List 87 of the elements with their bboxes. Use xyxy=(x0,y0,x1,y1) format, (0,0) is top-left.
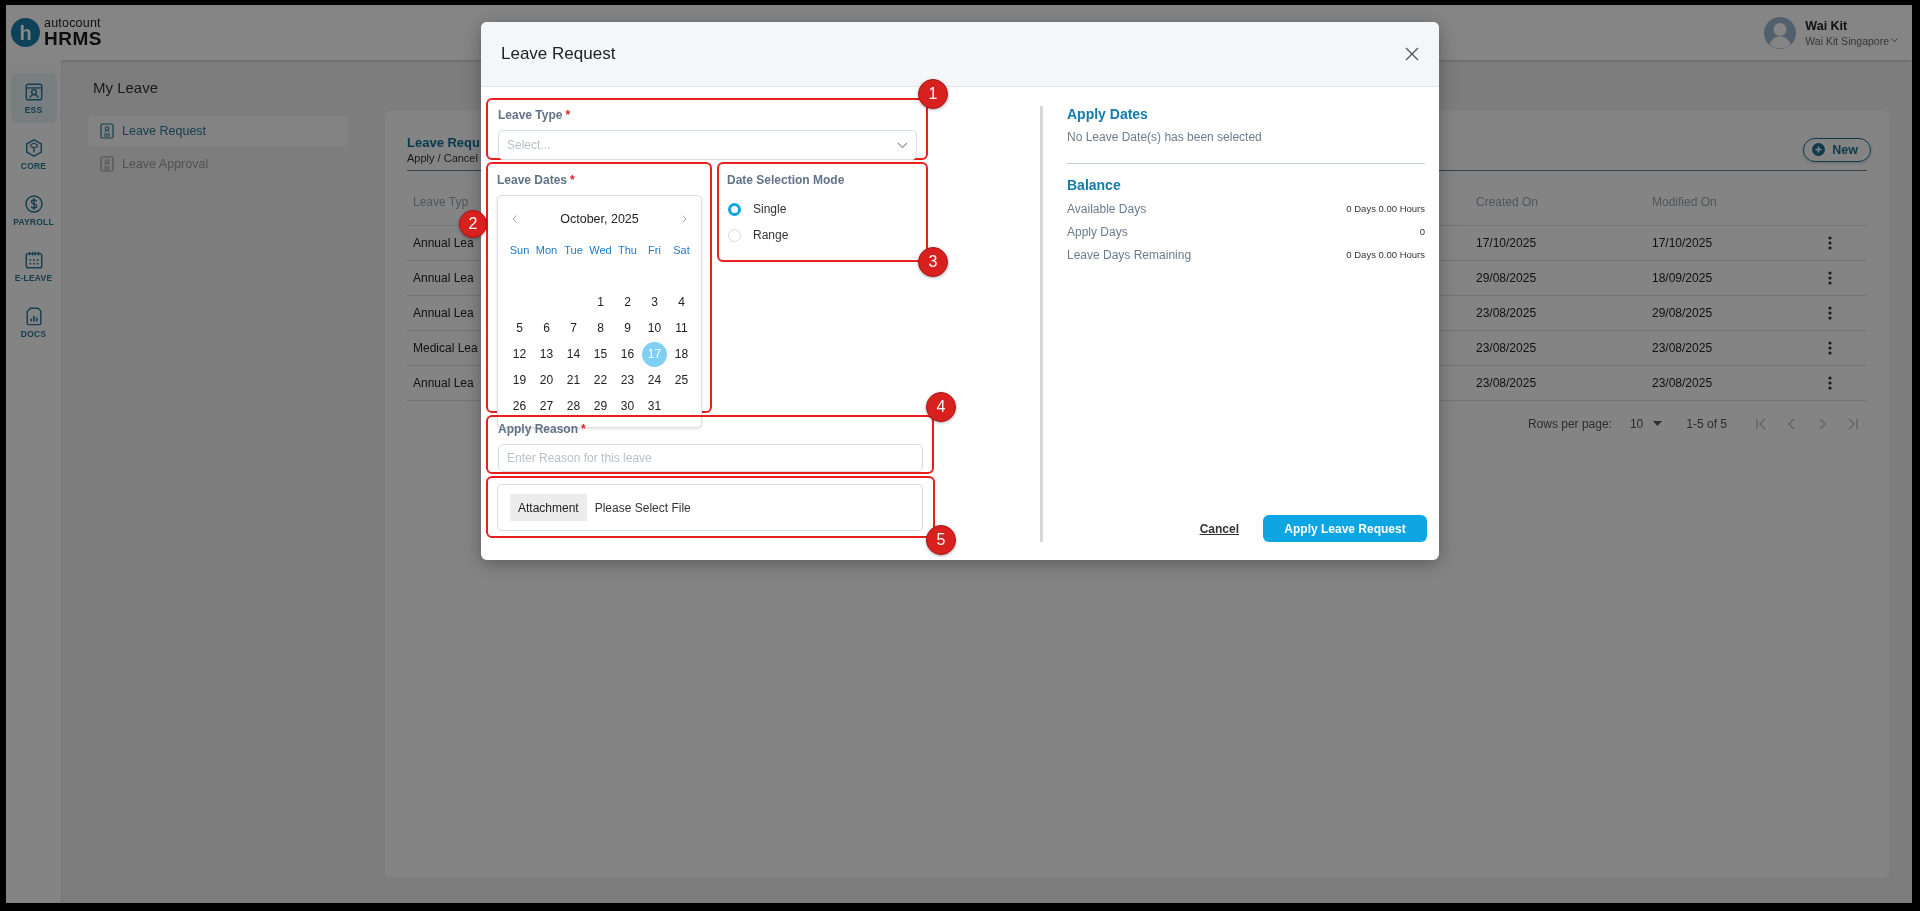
cancel-link[interactable]: Cancel xyxy=(1199,521,1239,536)
plus-circle-icon xyxy=(1812,143,1826,156)
table-cell: 18/09/2025 xyxy=(1646,261,1805,296)
weekday-label: Mon xyxy=(534,243,559,258)
balance-label: Apply Days xyxy=(1067,224,1128,239)
field-label: Date Selection Mode xyxy=(727,173,846,188)
radio-option[interactable]: Single xyxy=(728,202,916,216)
cube-icon xyxy=(23,137,44,158)
rows-per-page-value[interactable]: 10 xyxy=(1629,416,1644,431)
weekday-label: Sat xyxy=(672,243,691,258)
weekday-label: Wed xyxy=(588,243,613,258)
file-input[interactable]: Attachment Please Select File xyxy=(497,484,923,531)
field-label: Leave Dates * xyxy=(497,173,576,188)
clipboard-user-icon xyxy=(100,156,114,172)
calendar-day[interactable]: 18 xyxy=(669,341,694,367)
more-vertical-icon[interactable] xyxy=(1828,271,1832,285)
field-label: Leave Type * xyxy=(498,108,572,123)
close-icon[interactable] xyxy=(1405,47,1419,61)
more-vertical-icon[interactable] xyxy=(1828,376,1832,390)
table-cell: 29/08/2025 xyxy=(1470,261,1646,296)
company-name: Wai Kit Singapore xyxy=(1805,34,1889,47)
calendar-day[interactable]: 14 xyxy=(561,341,586,367)
chevron-right-icon[interactable] xyxy=(682,215,687,223)
weekday-label: Sun xyxy=(508,243,531,258)
calendar-day[interactable]: 13 xyxy=(534,341,559,367)
balance-value: 0 Days 0.00 Hours xyxy=(1346,203,1425,214)
document-chart-icon xyxy=(23,305,44,326)
calendar-day[interactable]: 24 xyxy=(642,367,667,393)
table-cell: 23/08/2025 xyxy=(1470,296,1646,331)
radio-option[interactable]: Range xyxy=(728,228,916,242)
page-title: My Leave xyxy=(93,78,159,98)
more-vertical-icon[interactable] xyxy=(1828,236,1832,250)
table-cell: 23/08/2025 xyxy=(1646,366,1805,401)
user-name: Wai Kit xyxy=(1805,18,1849,33)
calendar-day[interactable]: 16 xyxy=(615,341,640,367)
balance-label: Leave Days Remaining xyxy=(1067,247,1192,262)
id-card-icon xyxy=(23,81,44,102)
annotation-marker: 4 xyxy=(926,392,956,422)
table-cell: 17/10/2025 xyxy=(1470,226,1646,261)
calendar-day[interactable]: 12 xyxy=(507,341,532,367)
brand-name: autocount xyxy=(44,16,102,30)
caret-down-icon[interactable] xyxy=(1653,421,1663,426)
more-vertical-icon[interactable] xyxy=(1828,306,1832,320)
balance-label: Available Days xyxy=(1067,201,1147,216)
card-subtitle: Apply / Cancel xyxy=(407,152,479,164)
empty-message: No Leave Date(s) has been selected xyxy=(1067,130,1263,144)
field-label: Apply Reason * xyxy=(498,422,587,437)
calendar-day[interactable]: 22 xyxy=(588,367,613,393)
clipboard-user-icon xyxy=(100,123,114,139)
weekday-label: Tue xyxy=(563,243,584,258)
chevron-left-icon[interactable] xyxy=(512,215,517,223)
chevron-down-icon[interactable] xyxy=(1891,38,1898,43)
annotation-marker: 3 xyxy=(918,247,948,277)
avatar-icon xyxy=(1764,16,1797,49)
file-name: Please Select File xyxy=(594,500,691,515)
calendar-icon xyxy=(23,249,44,270)
calendar-day[interactable]: 19 xyxy=(507,367,532,393)
page-range: 1-5 of 5 xyxy=(1686,416,1727,431)
reason-input[interactable]: Enter Reason for this leave xyxy=(498,444,923,472)
coin-icon xyxy=(23,193,44,214)
calendar-day[interactable]: 21 xyxy=(561,367,586,393)
calendar-day[interactable]: 25 xyxy=(669,367,694,393)
table-cell: 23/08/2025 xyxy=(1470,366,1646,401)
annotation-marker: 1 xyxy=(918,79,948,109)
card-title: Leave Requ xyxy=(407,135,480,150)
table-cell: 23/08/2025 xyxy=(1646,331,1805,366)
annotation-marker: 5 xyxy=(926,525,956,555)
calendar-day[interactable]: 20 xyxy=(534,367,559,393)
calendar-day[interactable]: 23 xyxy=(615,367,640,393)
table-cell: 23/08/2025 xyxy=(1470,331,1646,366)
calendar-day[interactable]: 15 xyxy=(588,341,613,367)
product-name: HRMS xyxy=(44,29,102,49)
table-cell: 29/08/2025 xyxy=(1646,296,1805,331)
select-placeholder: Select... xyxy=(507,138,551,152)
attachment-button[interactable]: Attachment xyxy=(510,494,587,521)
balance-value: 0 Days 0.00 Hours xyxy=(1346,249,1425,260)
modal-title: Leave Request xyxy=(501,44,616,64)
chevron-down-icon xyxy=(897,141,908,149)
rows-per-page-label: Rows per page: xyxy=(1527,416,1612,431)
table-cell: 17/10/2025 xyxy=(1646,226,1805,261)
balance-value: 0 xyxy=(1419,226,1425,237)
weekday-label: Fri xyxy=(647,243,662,258)
calendar-month: October, 2025 xyxy=(560,212,639,226)
more-vertical-icon[interactable] xyxy=(1828,341,1832,355)
logo-mark: h xyxy=(11,18,40,47)
weekday-label: Thu xyxy=(617,243,638,258)
section-title: Apply Dates xyxy=(1067,106,1149,122)
